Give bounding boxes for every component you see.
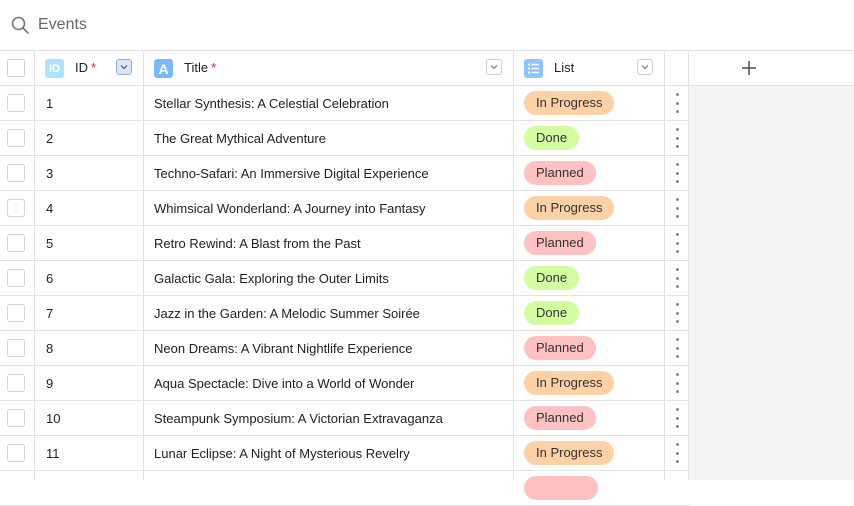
search-icon (11, 16, 29, 34)
table-row[interactable]: 4 Whimsical Wonderland: A Journey into Fa… (0, 191, 689, 226)
row-menu-icon[interactable] (671, 338, 683, 358)
id-type-icon: ID (45, 59, 64, 78)
row-checkbox[interactable] (7, 164, 25, 182)
row-title-cell[interactable]: The Great Mythical Adventure (154, 131, 326, 146)
row-id-cell[interactable]: 2 (46, 131, 53, 146)
row-menu-icon[interactable] (671, 128, 683, 148)
row-checkbox[interactable] (7, 374, 25, 392)
table-row[interactable]: 6 Galactic Gala: Exploring the Outer Limi… (0, 261, 689, 296)
row-title-cell[interactable]: Lunar Eclipse: A Night of Mysterious Rev… (154, 446, 410, 461)
status-badge[interactable]: In Progress (524, 371, 615, 395)
id-column-menu-button[interactable] (116, 59, 132, 75)
plus-icon (742, 61, 756, 75)
row-id-cell[interactable]: 9 (46, 376, 53, 391)
row-checkbox[interactable] (7, 304, 25, 322)
status-badge[interactable]: Done (524, 266, 580, 290)
required-mark: * (211, 60, 217, 75)
row-checkbox[interactable] (7, 409, 25, 427)
row-title-cell[interactable]: Aqua Spectacle: Dive into a World of Won… (154, 376, 414, 391)
row-id-cell[interactable]: 3 (46, 166, 53, 181)
chevron-down-icon (490, 65, 498, 70)
table-row[interactable]: 1 Stellar Synthesis: A Celestial Celebrat… (0, 86, 689, 121)
required-mark: * (91, 60, 97, 75)
add-column-button[interactable] (689, 51, 809, 85)
title-column-menu-button[interactable] (486, 59, 502, 75)
row-menu-icon[interactable] (671, 268, 683, 288)
column-header-id[interactable]: ID * (75, 60, 96, 75)
text-type-icon: A (154, 59, 173, 78)
status-badge[interactable]: Planned (524, 161, 596, 185)
row-menu-icon[interactable] (671, 93, 683, 113)
table-body: 1 Stellar Synthesis: A Celestial Celebrat… (0, 86, 689, 506)
row-checkbox[interactable] (7, 234, 25, 252)
table-row[interactable]: 8 Neon Dreams: A Vibrant Nightlife Experi… (0, 331, 689, 366)
row-menu-icon[interactable] (671, 198, 683, 218)
empty-grid-area (689, 86, 854, 480)
row-checkbox[interactable] (7, 444, 25, 462)
status-badge[interactable]: Done (524, 126, 580, 150)
table-row[interactable]: 2 The Great Mythical Adventure Done (0, 121, 689, 156)
row-menu-icon[interactable] (671, 408, 683, 428)
row-title-cell[interactable]: Techno-Safari: An Immersive Digital Expe… (154, 166, 429, 181)
select-all-checkbox[interactable] (7, 59, 25, 77)
row-id-cell[interactable]: 1 (46, 96, 53, 111)
row-title-cell[interactable]: Jazz in the Garden: A Melodic Summer Soi… (154, 306, 420, 321)
row-id-cell[interactable]: 11 (46, 446, 60, 461)
column-header-list[interactable]: List (554, 60, 574, 75)
table-row[interactable]: 11 Lunar Eclipse: A Night of Mysterious R… (0, 436, 689, 471)
table-row[interactable]: 9 Aqua Spectacle: Dive into a World of Wo… (0, 366, 689, 401)
row-id-cell[interactable]: 10 (46, 411, 60, 426)
status-badge[interactable]: Planned (524, 336, 596, 360)
table-row[interactable]: 10 Steampunk Symposium: A Victorian Extra… (0, 401, 689, 436)
row-id-cell[interactable]: 6 (46, 271, 53, 286)
row-id-cell[interactable]: 7 (46, 306, 53, 321)
list-column-menu-button[interactable] (637, 59, 653, 75)
status-badge[interactable]: Planned (524, 231, 596, 255)
search-input[interactable] (38, 14, 438, 36)
status-badge[interactable]: Planned (524, 406, 596, 430)
chevron-down-icon (641, 65, 649, 70)
status-badge[interactable]: In Progress (524, 91, 615, 115)
row-title-cell[interactable]: Steampunk Symposium: A Victorian Extrava… (154, 411, 443, 426)
table-row[interactable]: 7 Jazz in the Garden: A Melodic Summer So… (0, 296, 689, 331)
table-row[interactable]: 3 Techno-Safari: An Immersive Digital Exp… (0, 156, 689, 191)
column-label-list: List (554, 60, 575, 75)
row-title-cell[interactable]: Galactic Gala: Exploring the Outer Limit… (154, 271, 389, 286)
row-title-cell[interactable]: Whimsical Wonderland: A Journey into Fan… (154, 201, 425, 216)
row-menu-icon[interactable] (671, 163, 683, 183)
search-bar (0, 0, 854, 50)
row-checkbox[interactable] (7, 339, 25, 357)
row-menu-icon[interactable] (671, 303, 683, 323)
row-menu-icon[interactable] (671, 233, 683, 253)
chevron-down-icon (120, 65, 128, 70)
list-type-icon (524, 59, 543, 78)
row-title-cell[interactable]: Retro Rewind: A Blast from the Past (154, 236, 361, 251)
row-id-cell[interactable]: 5 (46, 236, 53, 251)
row-checkbox[interactable] (7, 199, 25, 217)
column-header-title[interactable]: Title * (184, 60, 216, 75)
row-checkbox[interactable] (7, 94, 25, 112)
status-badge[interactable]: In Progress (524, 196, 615, 220)
status-badge[interactable]: Done (524, 301, 580, 325)
row-checkbox[interactable] (7, 129, 25, 147)
row-checkbox[interactable] (7, 269, 25, 287)
table-row[interactable] (0, 471, 689, 506)
row-menu-icon[interactable] (671, 373, 683, 393)
status-badge[interactable]: In Progress (524, 441, 615, 465)
row-title-cell[interactable]: Stellar Synthesis: A Celestial Celebrati… (154, 96, 389, 111)
column-label-id: ID (75, 60, 88, 75)
table-row[interactable]: 5 Retro Rewind: A Blast from the Past Plan… (0, 226, 689, 261)
row-id-cell[interactable]: 4 (46, 201, 53, 216)
row-title-cell[interactable]: Neon Dreams: A Vibrant Nightlife Experie… (154, 341, 412, 356)
row-menu-icon[interactable] (671, 443, 683, 463)
row-id-cell[interactable]: 8 (46, 341, 53, 356)
column-label-title: Title (184, 60, 209, 75)
